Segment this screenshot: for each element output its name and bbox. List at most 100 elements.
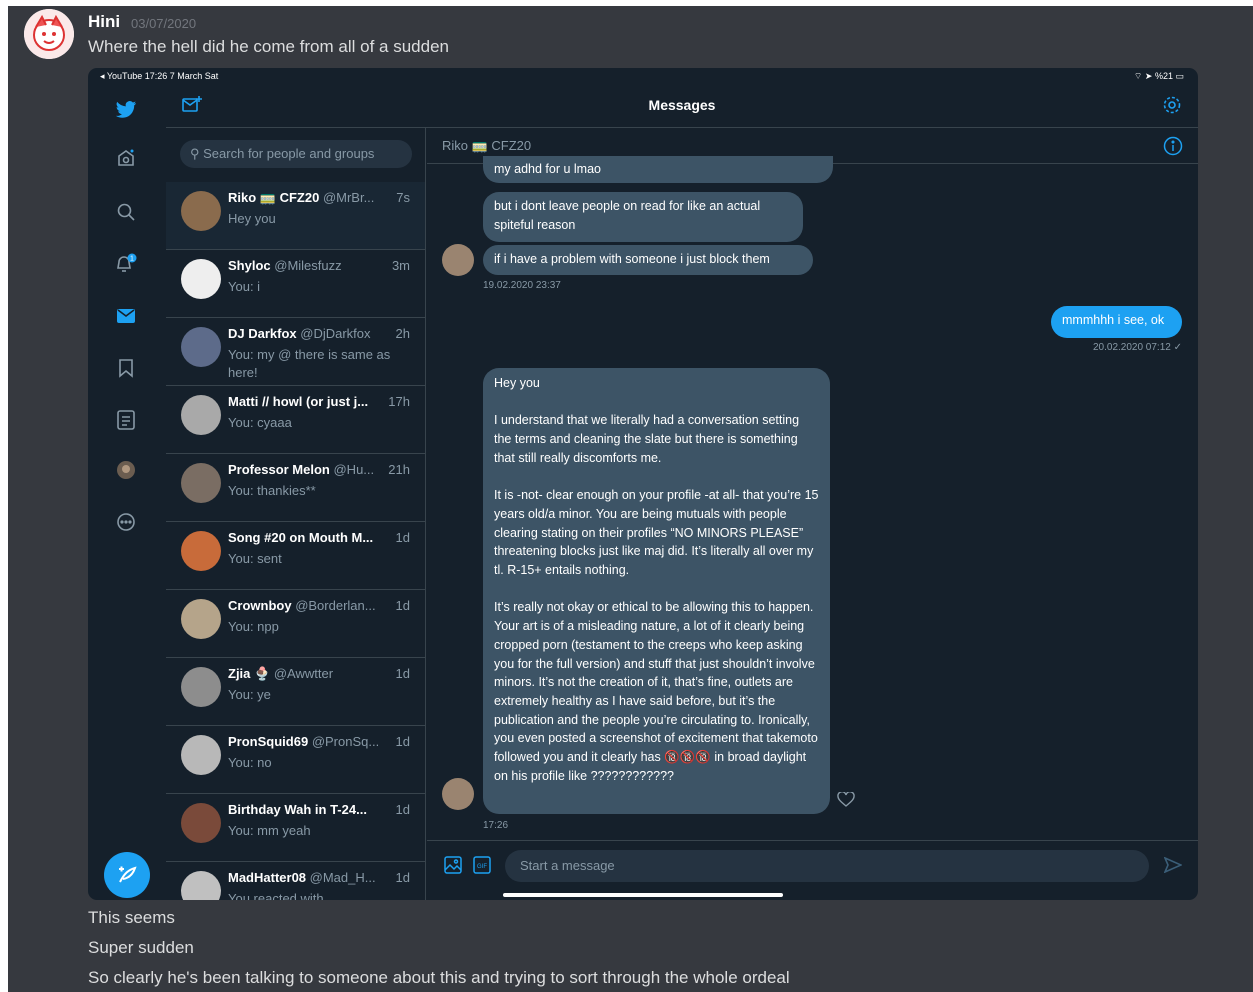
message-bubble[interactable]: my adhd for u lmao <box>483 156 833 183</box>
conversation-preview: You: mm yeah <box>228 823 311 838</box>
twitter-logo-icon[interactable] <box>114 98 138 122</box>
conversation-time: 21h <box>388 462 410 477</box>
conversation-time: 2h <box>395 326 410 341</box>
display-name: Matti // howl (or just j... <box>228 394 369 409</box>
home-icon[interactable] <box>114 146 138 170</box>
handle: @Hu... <box>333 462 375 477</box>
wifi-icon: ⌔ <box>1133 71 1143 81</box>
display-name: Professor Melon <box>228 462 330 477</box>
conversation-preview: You: cyaaa <box>228 415 292 430</box>
display-name: Shyloc <box>228 258 271 273</box>
conversation-item[interactable]: Professor Melon @Hu... 21h You: thankies** <box>166 454 425 522</box>
battery-icon: ▭ <box>1175 71 1184 81</box>
profile-avatar-icon[interactable] <box>114 458 138 482</box>
conversation-item[interactable]: Shyloc @Milesfuzz 3m You: i <box>166 250 425 318</box>
conversation-avatar <box>181 395 221 435</box>
status-right: ⌔ ➤ %21 ▭ <box>1134 71 1184 82</box>
conversation-avatar <box>181 735 221 775</box>
bookmarks-icon[interactable] <box>114 356 138 380</box>
chat-panel: Riko 🚃 CFZ20 my adhd for u lmao but i do… <box>427 128 1198 900</box>
conversation-item[interactable]: DJ Darkfox @DjDarkfox 2h You: my @ there i… <box>166 318 425 386</box>
more-icon[interactable] <box>114 510 138 534</box>
conversation-time: 1d <box>395 734 410 749</box>
display-name: PronSquid69 <box>228 734 309 749</box>
conversation-time: 1d <box>395 530 410 545</box>
conversation-item[interactable]: Matti // howl (or just j... 17h You: cyaa… <box>166 386 425 454</box>
conversation-preview: You: thankies** <box>228 483 316 498</box>
message-composer: GIF Start a message <box>427 840 1198 900</box>
conversation-item[interactable]: Zjia 🍨 @Awwtter 1d You: ye <box>166 658 425 726</box>
conversation-list: ⚲ Search for people and groups Riko 🚃 CF… <box>166 128 426 900</box>
my-message-bubble[interactable]: mmmhhh i see, ok <box>1051 306 1182 338</box>
conversation-avatar <box>181 531 221 571</box>
conversation-item[interactable]: Song #20 on Mouth M... 1d You: sent <box>166 522 425 590</box>
display-name: Zjia 🍨 <box>228 666 271 681</box>
contact-avatar[interactable] <box>442 778 474 810</box>
conversation-time: 7s <box>396 190 410 205</box>
status-bar: ◂ YouTube 17:26 7 March Sat ⌔ ➤ %21 ▭ <box>88 68 1198 84</box>
like-heart-icon[interactable] <box>837 791 855 812</box>
message-bubble[interactable]: if i have a problem with someone i just … <box>483 245 813 275</box>
message-bubble[interactable]: but i dont leave people on read for like… <box>483 192 803 242</box>
message-line: Super sudden <box>88 938 194 957</box>
conversation-item[interactable]: PronSquid69 @PronSq... 1d You: no <box>166 726 425 794</box>
message-timestamp: 20.02.2020 07:12 ✓ <box>1092 342 1182 353</box>
message-line: This seems <box>88 908 175 927</box>
conversation-avatar <box>181 327 221 367</box>
conversation-name: DJ Darkfox @DjDarkfox <box>228 326 378 341</box>
location-icon: ➤ <box>1144 71 1153 81</box>
messages-icon[interactable] <box>114 304 138 328</box>
conversation-item[interactable]: MadHatter08 @Mad_H... 1d You reacted with <box>166 862 425 900</box>
long-message-bubble[interactable]: Hey you I understand that we literally h… <box>483 368 830 814</box>
conversation-avatar <box>181 463 221 503</box>
compose-tweet-button[interactable] <box>104 852 150 898</box>
conversation-name: PronSquid69 @PronSq... <box>228 734 378 749</box>
svg-text:1: 1 <box>130 256 134 263</box>
conversation-name: Birthday Wah in T-24... <box>228 802 378 817</box>
conversation-avatar <box>181 259 221 299</box>
image-icon[interactable] <box>444 856 462 878</box>
gif-icon[interactable]: GIF <box>473 856 491 878</box>
conversation-item[interactable]: Crownboy @Borderlan... 1d You: npp <box>166 590 425 658</box>
conversation-name: Song #20 on Mouth M... <box>228 530 378 545</box>
conversation-name: Shyloc @Milesfuzz <box>228 258 378 273</box>
user-avatar[interactable] <box>24 9 74 59</box>
screenshot-attachment[interactable]: ◂ YouTube 17:26 7 March Sat ⌔ ➤ %21 ▭ 1 … <box>88 68 1198 900</box>
search-icon[interactable] <box>114 200 138 224</box>
contact-avatar[interactable] <box>442 244 474 276</box>
conversation-name: Professor Melon @Hu... <box>228 462 378 477</box>
messages-header: Messages <box>166 84 1198 128</box>
handle: @Awwtter <box>273 666 334 681</box>
send-icon[interactable] <box>1163 856 1183 877</box>
conversation-time: 3m <box>391 258 410 273</box>
search-small-icon: ⚲ <box>190 146 204 161</box>
display-name: Crownboy <box>228 598 292 613</box>
status-left: ◂ YouTube 17:26 7 March Sat <box>100 71 219 81</box>
conversation-avatar <box>181 599 221 639</box>
settings-gear-icon[interactable] <box>1162 95 1182 119</box>
conversation-time: 17h <box>388 394 410 409</box>
message-timestamp: 03/07/2020 <box>131 16 197 31</box>
search-input[interactable]: ⚲ Search for people and groups <box>180 140 412 168</box>
username[interactable]: Hini <box>88 12 120 32</box>
page-title: Messages <box>648 97 716 113</box>
conversation-preview: You reacted with <box>228 891 324 900</box>
handle: @DjDarkfox <box>300 326 371 341</box>
handle: @PronSq... <box>311 734 378 749</box>
conversation-preview: Hey you <box>228 211 276 226</box>
conversation-avatar <box>181 871 221 900</box>
lists-icon[interactable] <box>114 408 138 432</box>
conversation-time: 1d <box>395 870 410 885</box>
conversation-name: Zjia 🍨 @Awwtter <box>228 666 378 682</box>
message-line: Where the hell did he come from all of a… <box>88 37 449 56</box>
discord-message-area: Hini 03/07/2020 Where the hell did he co… <box>8 6 1253 992</box>
handle: @Mad_H... <box>309 870 376 885</box>
info-icon[interactable] <box>1163 136 1183 159</box>
conversation-item[interactable]: Birthday Wah in T-24... 1d You: mm yeah <box>166 794 425 862</box>
conversation-time: 1d <box>395 802 410 817</box>
conversation-preview: You: sent <box>228 551 282 566</box>
chat-title[interactable]: Riko 🚃 CFZ20 <box>442 138 531 154</box>
notifications-icon[interactable]: 1 <box>114 252 138 276</box>
message-input[interactable]: Start a message <box>505 850 1149 882</box>
conversation-item[interactable]: Riko 🚃 CFZ20 @MrBr... 7s Hey you <box>166 182 425 250</box>
